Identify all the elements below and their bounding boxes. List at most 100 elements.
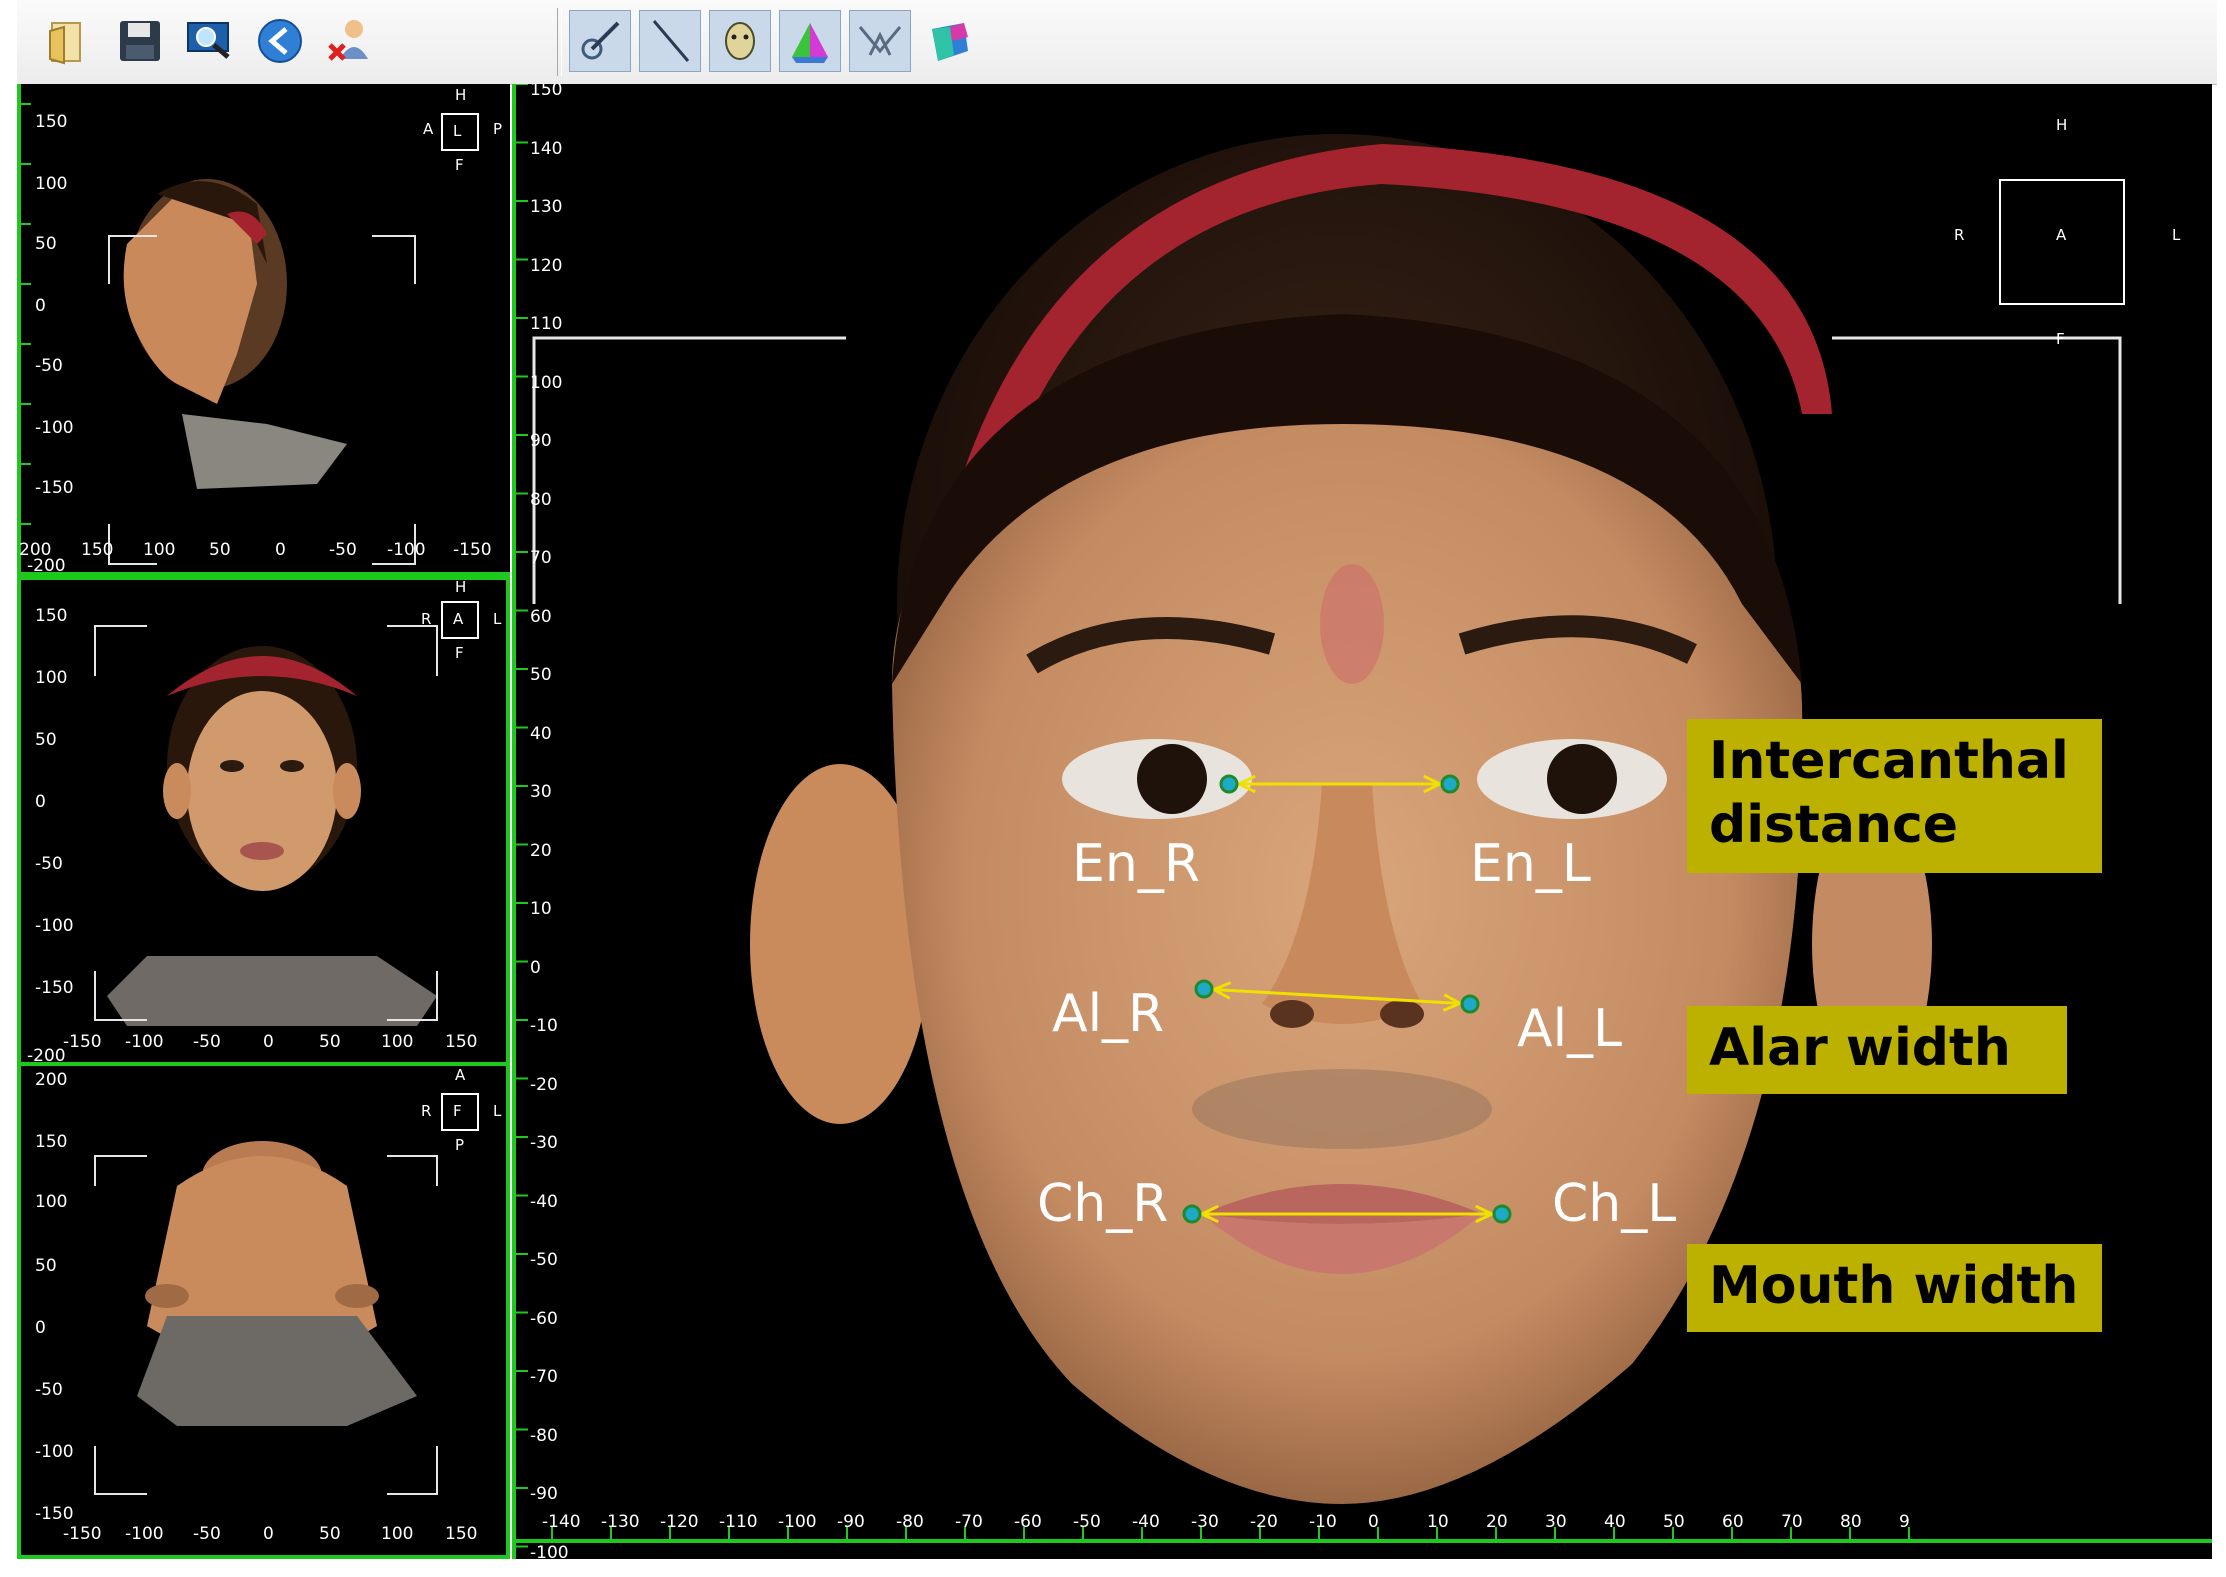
orient-center: F: [453, 1102, 462, 1120]
main-y-tick: 110: [530, 314, 563, 334]
main-y-tick: 80: [530, 489, 552, 510]
face-tool-button[interactable]: [709, 10, 771, 72]
line-icon: [652, 20, 690, 62]
main-y-tick: 10: [530, 899, 552, 919]
lateral-face-render: [17, 84, 510, 576]
landmark-point[interactable]: [1194, 979, 1214, 999]
surface-button[interactable]: [919, 10, 981, 72]
orient-center: A: [453, 610, 464, 628]
orient-bottom: F: [455, 644, 464, 662]
main-y-tick: -90: [530, 1484, 558, 1504]
pen-target-icon: [581, 21, 620, 60]
folder-icon: [49, 22, 81, 65]
save-button[interactable]: [109, 10, 171, 72]
landmark-point[interactable]: [1440, 774, 1460, 794]
delete-user-button[interactable]: [319, 10, 381, 72]
landmark-point[interactable]: [1219, 774, 1239, 794]
color-map-button[interactable]: [779, 10, 841, 72]
monitor-magnifier-icon: [187, 22, 230, 59]
x-tick: 100: [381, 1524, 414, 1544]
x-tick: 50: [319, 1032, 341, 1052]
frontal-view-panel[interactable]: H R A L F 150 100 50 0 -50 -100 -150 -15…: [17, 576, 510, 1066]
back-button[interactable]: [249, 10, 311, 72]
x-tick: 0: [263, 1032, 274, 1052]
main-y-tick: 120: [530, 255, 563, 276]
landmark-label-al-r: Al_R: [1052, 984, 1165, 1044]
wireframe-button[interactable]: [849, 10, 911, 72]
main-y-tick: -30: [530, 1133, 558, 1153]
main-x-tick: -10: [1309, 1512, 1337, 1532]
y-tick: 100: [35, 668, 68, 688]
y-tick: 150: [35, 606, 68, 626]
landmark-label-ch-l: Ch_L: [1552, 1174, 1677, 1234]
main-y-tick: 140: [530, 138, 563, 159]
landmark-point[interactable]: [1492, 1204, 1512, 1224]
landmark-label-ch-r: Ch_R: [1037, 1174, 1169, 1234]
x-tick: 150: [445, 1032, 478, 1052]
callout-alar: Alar width: [1687, 1006, 2067, 1094]
orient-left: A: [423, 120, 434, 138]
x-tick: -150: [63, 1032, 102, 1052]
color-prism-icon: [792, 23, 828, 63]
main-y-tick: 150: [530, 84, 563, 100]
orient-bottom: F: [455, 156, 464, 174]
landmark-point[interactable]: [1460, 994, 1480, 1014]
main-y-tick: 100: [530, 372, 563, 393]
floppy-disk-icon: [120, 21, 160, 61]
back-arrow-icon: [258, 19, 302, 63]
callout-intercanthal: Intercanthal distance: [1687, 719, 2102, 873]
surface-icon: [932, 23, 968, 61]
main-y-tick: 130: [530, 197, 563, 217]
main-y-tick: -20: [530, 1074, 558, 1095]
x-tick: -50: [193, 1032, 221, 1052]
frontal-face-render: [17, 576, 510, 1066]
y-tick: 100: [35, 174, 68, 194]
orient-top: H: [2056, 116, 2068, 134]
y-tick: 0: [35, 792, 46, 812]
landmark-tool-button[interactable]: [569, 10, 631, 72]
main-x-tick: 10: [1427, 1512, 1449, 1532]
main-x-tick: 60: [1722, 1512, 1744, 1532]
callout-mouth: Mouth width: [1687, 1244, 2102, 1332]
main-x-tick: 20: [1486, 1512, 1508, 1532]
y-tick: -100: [35, 1442, 74, 1462]
y-tick: 150: [35, 112, 68, 132]
y-tick: 0: [35, 1318, 46, 1338]
y-tick: -100: [35, 916, 74, 936]
orient-bottom: F: [2056, 330, 2065, 348]
main-x-tick: 50: [1663, 1512, 1685, 1532]
inferior-view-panel[interactable]: A R F L P 200 150 100 50 0 -50 -100 -150…: [17, 1066, 510, 1559]
landmark-label-en-l: En_L: [1470, 834, 1591, 894]
y-tick: -150: [35, 978, 74, 998]
orient-top: A: [455, 1066, 466, 1084]
x-tick: 150: [445, 1524, 478, 1544]
y-tick: -150: [35, 1504, 74, 1524]
corner-label: -200: [27, 1046, 66, 1066]
open-file-button[interactable]: [39, 10, 101, 72]
x-tick: 100: [143, 540, 176, 560]
main-3d-view[interactable]: H R A L F 150 140 130 120 110 100 90 80 70 60 50 40…: [512, 84, 2212, 1559]
orient-top: H: [455, 86, 467, 104]
face-icon: [725, 22, 755, 60]
main-y-tick: -50: [530, 1250, 558, 1270]
x-tick: -150: [63, 1524, 102, 1544]
main-x-tick: -60: [1014, 1512, 1042, 1532]
main-y-tick: 70: [530, 548, 552, 568]
main-y-tick: 90: [530, 431, 552, 451]
y-tick: -100: [35, 418, 74, 438]
main-x-tick: -140: [542, 1512, 581, 1532]
lateral-view-panel[interactable]: H A L P F 150 100 50 0 -50 -100 -150 200…: [17, 84, 510, 576]
main-y-tick: 60: [530, 606, 552, 627]
x-tick: 0: [275, 540, 286, 560]
main-x-tick: -80: [896, 1512, 924, 1532]
main-x-tick: 0: [1368, 1512, 1379, 1532]
main-y-tick: 30: [530, 782, 552, 802]
landmark-point[interactable]: [1182, 1204, 1202, 1224]
main-x-tick: 40: [1604, 1512, 1626, 1532]
orient-center: A: [2056, 226, 2067, 244]
main-y-tick: 50: [530, 665, 552, 685]
line-tool-button[interactable]: [639, 10, 701, 72]
main-x-tick: -100: [778, 1512, 817, 1532]
main-x-tick: -120: [660, 1512, 699, 1532]
view-monitor-button[interactable]: [179, 10, 241, 72]
